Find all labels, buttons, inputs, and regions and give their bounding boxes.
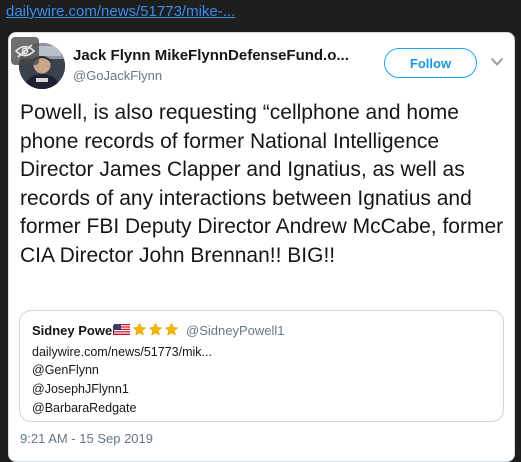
hide-image-button[interactable] bbox=[11, 37, 39, 65]
star-icon bbox=[164, 322, 179, 336]
tweet-card: Jack Flynn MikeFlynnDefenseFund.o... @Go… bbox=[8, 32, 515, 462]
chevron-down-icon[interactable] bbox=[489, 55, 505, 69]
quoted-link[interactable]: dailywire.com/news/51773/mik... bbox=[32, 345, 212, 359]
quoted-author-name: Sidney Powell bbox=[32, 323, 120, 338]
quoted-mention[interactable]: @GenFlynn bbox=[32, 363, 99, 377]
follow-button[interactable]: Follow bbox=[384, 48, 477, 78]
star-icon bbox=[148, 322, 163, 336]
quoted-mention[interactable]: @JosephJFlynn1 bbox=[32, 382, 129, 396]
author-handle[interactable]: @GoJackFlynn bbox=[73, 68, 162, 83]
star-icon bbox=[132, 322, 147, 336]
author-name[interactable]: Jack Flynn MikeFlynnDefenseFund.o... bbox=[73, 47, 349, 64]
us-flag-icon bbox=[114, 324, 130, 335]
eye-slash-icon bbox=[15, 44, 35, 58]
quoted-tweet[interactable]: Sidney Powell @SidneyPowell1 dailywire.c… bbox=[19, 310, 504, 422]
quoted-author-handle: @SidneyPowell1 bbox=[186, 323, 285, 338]
tweet-text: Powell, is also requesting “cellphone an… bbox=[20, 101, 504, 267]
quoted-mention[interactable]: @BarbaraRedgate bbox=[32, 401, 136, 415]
article-link[interactable]: dailywire.com/news/51773/mike-... bbox=[6, 3, 235, 20]
tweet-timestamp[interactable]: 9:21 AM - 15 Sep 2019 bbox=[20, 431, 153, 446]
star-rating bbox=[132, 322, 179, 337]
